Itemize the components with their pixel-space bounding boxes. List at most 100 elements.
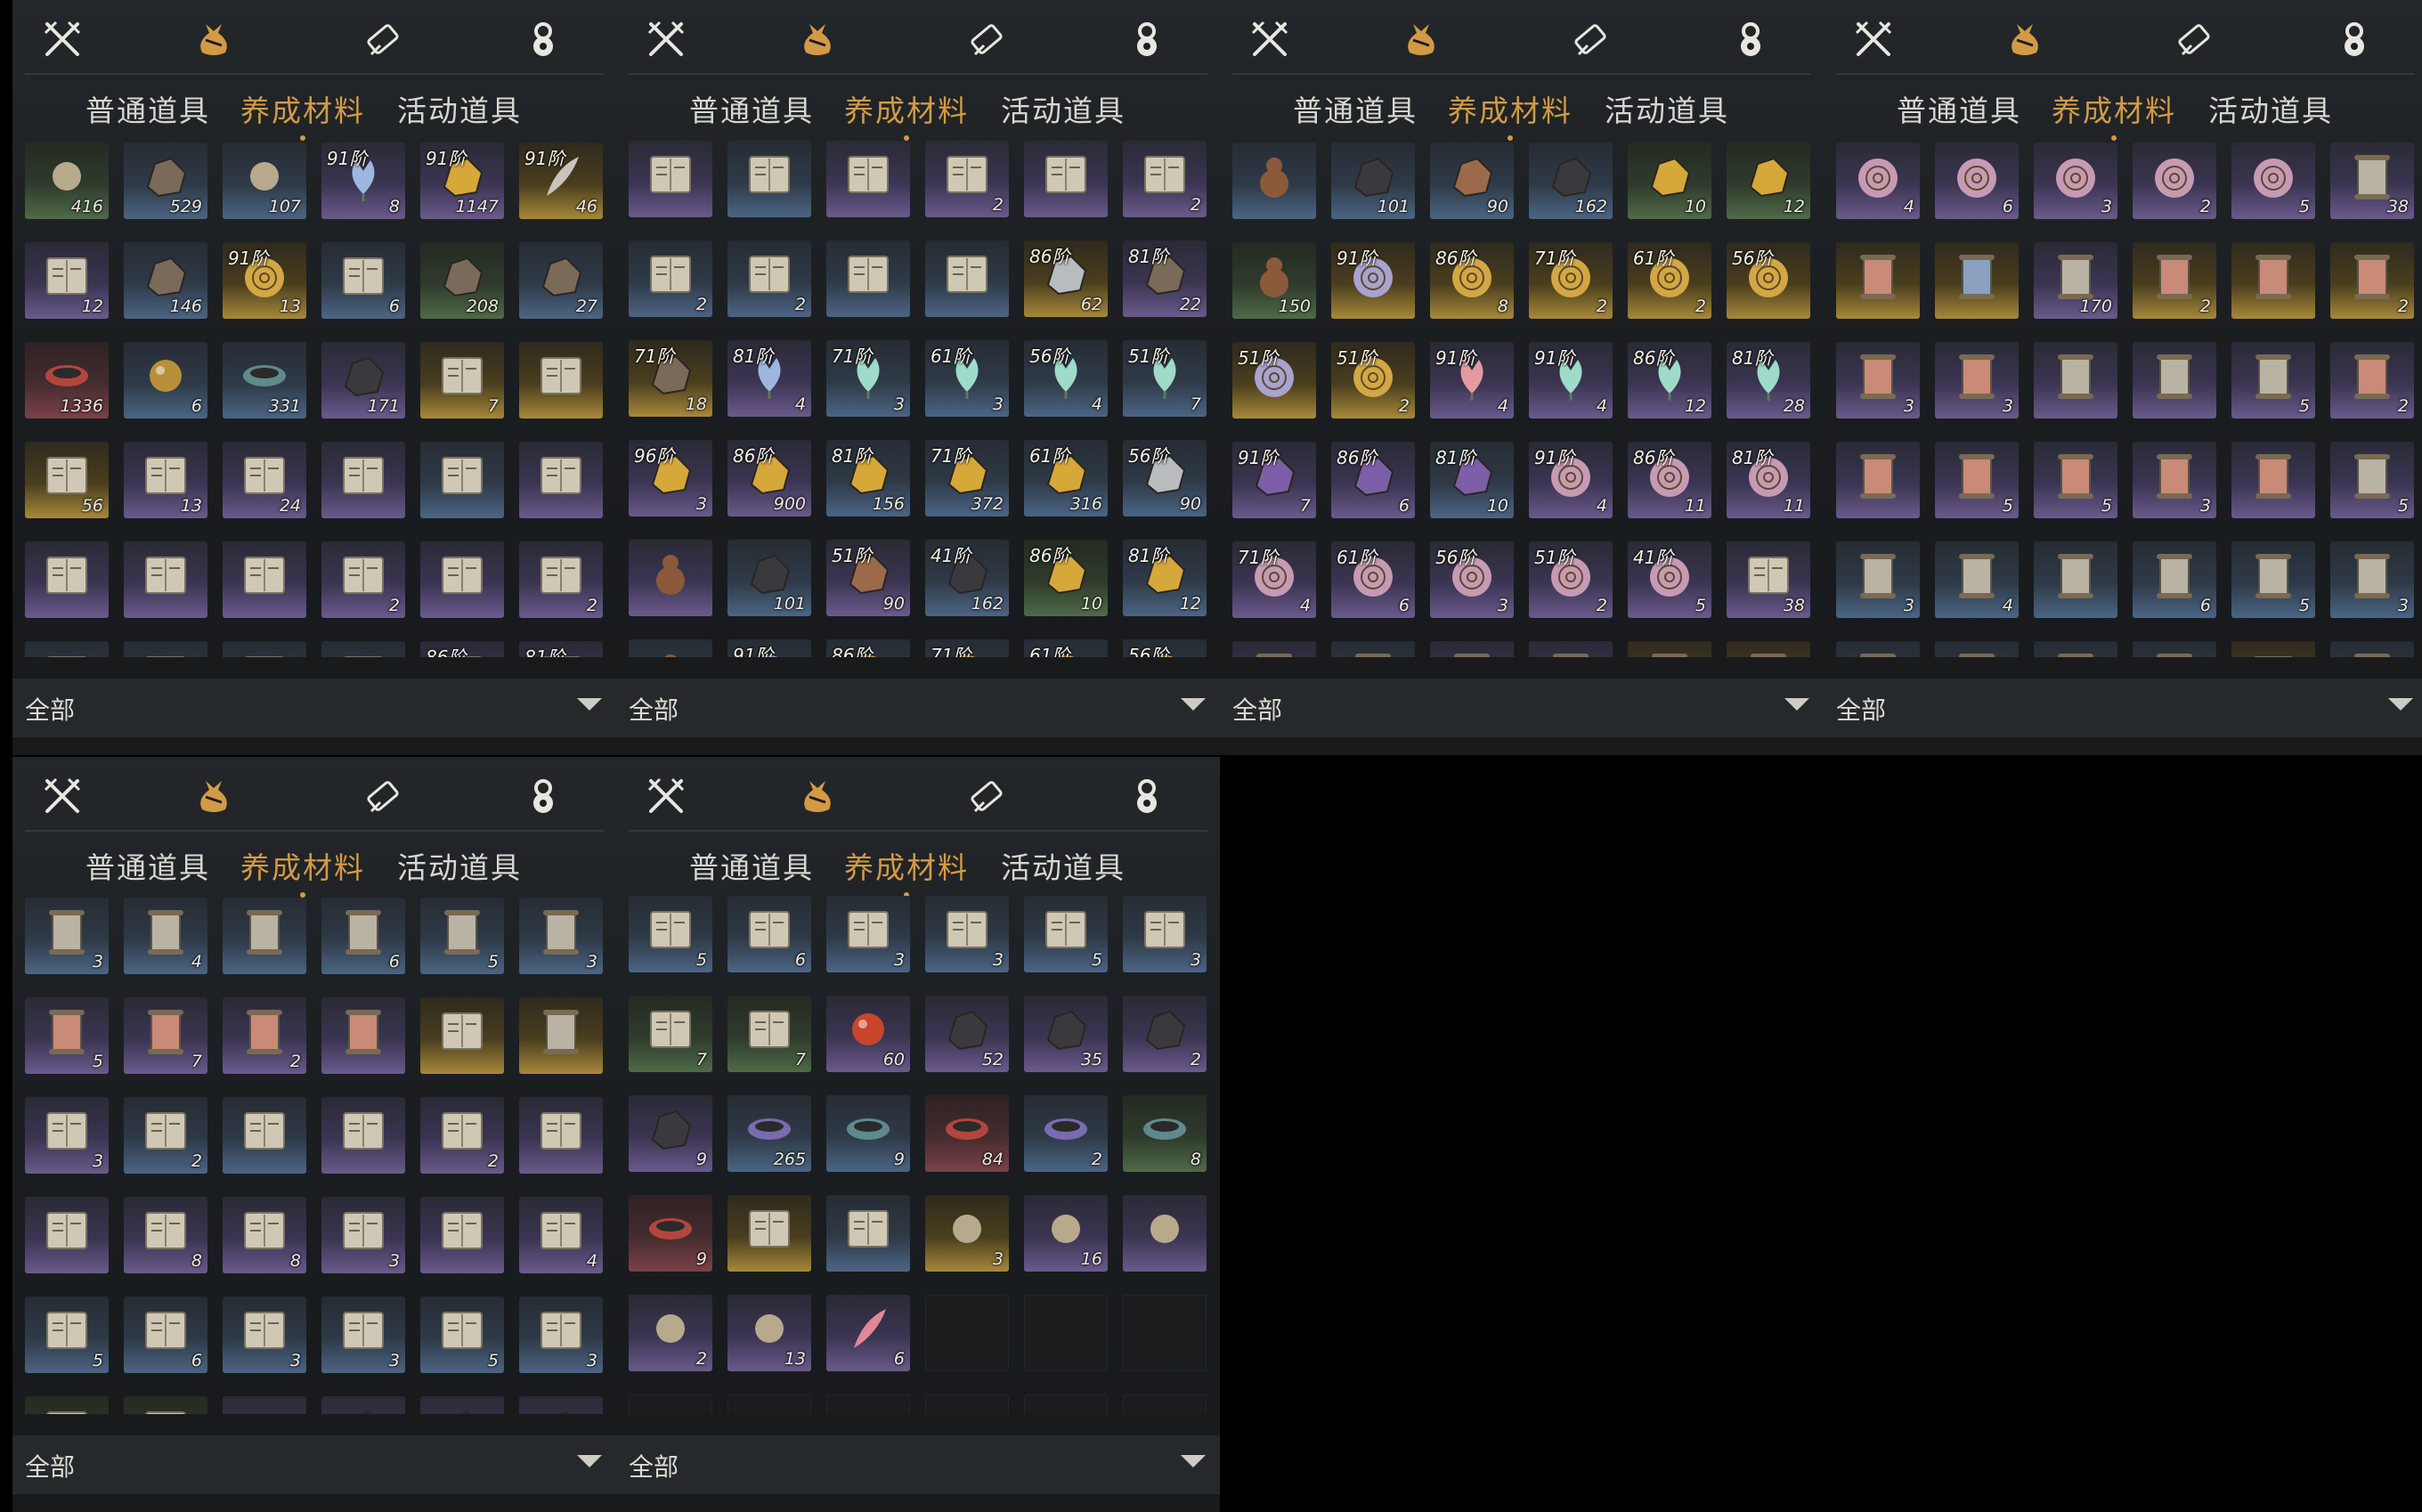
item-slot[interactable]	[321, 1396, 405, 1414]
item-slot[interactable]	[321, 641, 405, 657]
item-slot[interactable]	[2231, 442, 2315, 518]
empty-slot[interactable]	[925, 1295, 1009, 1371]
item-slot[interactable]	[2034, 342, 2117, 419]
item-slot[interactable]: 2	[629, 1295, 712, 1371]
item-slot[interactable]	[1836, 641, 1920, 657]
scroll-brush-icon[interactable]	[360, 16, 406, 62]
item-slot[interactable]: 3	[519, 1297, 603, 1373]
item-slot[interactable]: 91阶 4	[1529, 342, 1613, 419]
item-slot[interactable]: 91阶 46	[519, 142, 603, 219]
item-slot[interactable]: 12	[25, 242, 109, 319]
item-slot[interactable]: 13	[727, 1295, 811, 1371]
item-slot[interactable]	[25, 641, 109, 657]
empty-slot[interactable]	[1123, 1394, 1207, 1414]
crossed-swords-icon[interactable]	[39, 16, 85, 62]
item-slot[interactable]	[25, 541, 109, 618]
item-slot[interactable]: 86阶 6	[1331, 442, 1415, 518]
item-slot[interactable]: 16	[1024, 1195, 1108, 1272]
item-slot[interactable]: 81阶	[519, 641, 603, 657]
item-slot[interactable]: 3	[223, 1297, 306, 1373]
item-slot[interactable]: 51阶 7	[1123, 340, 1207, 417]
gourd-icon[interactable]	[2331, 16, 2377, 62]
item-slot[interactable]: 6	[1935, 142, 2019, 219]
item-slot[interactable]	[2231, 641, 2315, 657]
item-slot[interactable]: 170	[2034, 242, 2117, 319]
item-slot[interactable]: 13	[124, 442, 207, 518]
item-slot[interactable]: 5	[25, 997, 109, 1074]
item-slot[interactable]: 12	[1727, 142, 1810, 219]
item-slot[interactable]	[25, 1197, 109, 1273]
gourd-icon[interactable]	[520, 16, 566, 62]
item-slot[interactable]	[2133, 342, 2216, 419]
item-slot[interactable]: 51阶	[1232, 342, 1316, 419]
item-slot[interactable]: 41阶 5	[1628, 541, 1711, 618]
item-slot[interactable]: 2	[2330, 342, 2414, 419]
item-slot[interactable]: 6	[321, 242, 405, 319]
item-slot[interactable]: 101	[727, 540, 811, 616]
item-slot[interactable]	[1232, 641, 1316, 657]
item-slot[interactable]	[2133, 641, 2216, 657]
item-slot[interactable]: 51阶 90	[826, 540, 910, 616]
item-slot[interactable]: 7	[727, 996, 811, 1072]
item-slot[interactable]: 5	[420, 1297, 504, 1373]
item-slot[interactable]: 4	[124, 898, 207, 974]
item-slot[interactable]: 7	[629, 996, 712, 1072]
item-slot[interactable]	[420, 1396, 504, 1414]
item-slot[interactable]: 91阶	[1331, 242, 1415, 319]
item-slot[interactable]: 6	[826, 1295, 910, 1371]
item-slot[interactable]: 3	[1123, 896, 1207, 972]
item-slot[interactable]	[420, 541, 504, 618]
item-slot[interactable]: 5	[2231, 541, 2315, 618]
item-slot[interactable]: 3	[925, 1195, 1009, 1272]
item-slot[interactable]	[826, 1195, 910, 1272]
item-slot[interactable]: 3	[925, 896, 1009, 972]
item-slot[interactable]: 91阶 8	[321, 142, 405, 219]
item-slot[interactable]: 5	[1024, 896, 1108, 972]
item-slot[interactable]	[1123, 1195, 1207, 1272]
item-slot[interactable]: 61阶 2	[1628, 242, 1711, 319]
item-slot[interactable]: 2	[629, 240, 712, 317]
tab-event[interactable]: 活动道具	[1001, 844, 1126, 887]
item-slot[interactable]: 8	[124, 1197, 207, 1273]
item-slot[interactable]: 9	[826, 1095, 910, 1172]
item-slot[interactable]: 56	[25, 442, 109, 518]
gourd-icon[interactable]	[520, 773, 566, 819]
empty-slot[interactable]	[1024, 1394, 1108, 1414]
item-slot[interactable]: 81阶 11	[1727, 442, 1810, 518]
item-slot[interactable]: 81阶 4	[727, 340, 811, 417]
item-slot[interactable]: 7	[124, 997, 207, 1074]
item-slot[interactable]: 86阶 12	[1628, 342, 1711, 419]
item-slot[interactable]: 84	[925, 1095, 1009, 1172]
crossed-swords-icon[interactable]	[39, 773, 85, 819]
item-slot[interactable]: 2	[2133, 242, 2216, 319]
item-slot[interactable]	[519, 997, 603, 1074]
chevron-down-icon[interactable]	[1181, 1455, 1206, 1467]
item-slot[interactable]	[223, 898, 306, 974]
item-slot[interactable]: 5	[629, 896, 712, 972]
item-slot[interactable]	[223, 641, 306, 657]
item-slot[interactable]: 4	[1935, 541, 2019, 618]
item-slot[interactable]: 5	[2231, 142, 2315, 219]
item-slot[interactable]: 5	[420, 898, 504, 974]
item-slot[interactable]	[629, 141, 712, 217]
item-slot[interactable]	[25, 1396, 109, 1414]
chevron-down-icon[interactable]	[1181, 698, 1206, 711]
item-slot[interactable]: 2	[321, 541, 405, 618]
item-slot[interactable]: 101	[1331, 142, 1415, 219]
item-slot[interactable]	[321, 1097, 405, 1174]
tab-common[interactable]: 普通道具	[1897, 87, 2021, 130]
item-slot[interactable]: 35	[1024, 996, 1108, 1072]
item-slot[interactable]: 86阶	[420, 641, 504, 657]
money-bag-icon[interactable]	[794, 16, 841, 62]
item-slot[interactable]	[1935, 242, 2019, 319]
item-slot[interactable]: 6	[2133, 541, 2216, 618]
item-slot[interactable]: 171	[321, 342, 405, 419]
item-slot[interactable]: 6	[124, 1297, 207, 1373]
item-slot[interactable]	[223, 1097, 306, 1174]
item-slot[interactable]: 56阶	[1727, 242, 1810, 319]
item-slot[interactable]: 265	[727, 1095, 811, 1172]
tab-common[interactable]: 普通道具	[85, 844, 210, 887]
scroll-brush-icon[interactable]	[963, 773, 1010, 819]
item-slot[interactable]: 3	[519, 898, 603, 974]
item-slot[interactable]: 5	[25, 1297, 109, 1373]
